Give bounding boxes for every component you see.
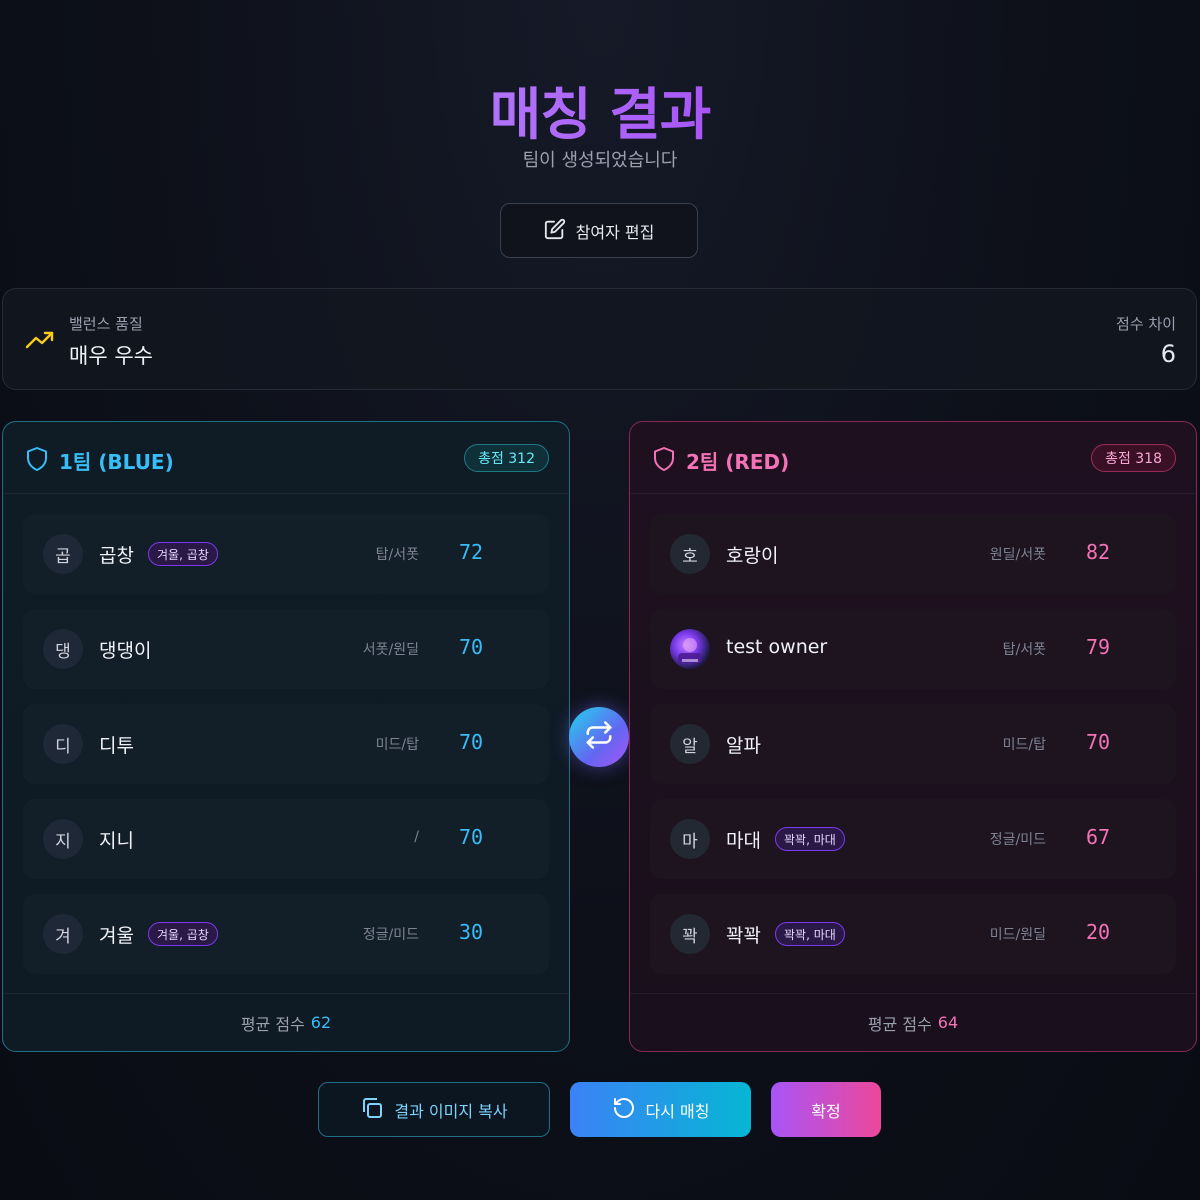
team-total-badge: 총점 318 <box>1091 444 1176 472</box>
player-position: 서폿/원딜 <box>362 642 419 658</box>
average-value: 64 <box>937 1013 959 1032</box>
group-tag: 꽉꽉, 마대 <box>775 827 845 851</box>
player-score: 70 <box>459 730 484 754</box>
player-name: 댕댕이 <box>99 640 152 662</box>
avatar: 곱 <box>43 534 83 574</box>
group-tag: 겨울, 곱창 <box>148 922 218 946</box>
score-diff-value: 6 <box>1160 340 1176 368</box>
player-row[interactable]: 알 알파 미드/탑 70 <box>650 704 1176 784</box>
avatar: 겨 <box>43 914 83 954</box>
player-position: 미드/원딜 <box>989 927 1046 943</box>
avatar: 꽉 <box>670 914 710 954</box>
player-row[interactable]: test owner 탑/서폿 79 <box>650 609 1176 689</box>
player-position: 정글/미드 <box>989 832 1046 848</box>
average-label: 평균 점수 <box>240 1014 305 1034</box>
team-name: 2팀 (RED) <box>686 450 790 474</box>
avatar: 마 <box>670 819 710 859</box>
player-position: / <box>414 829 419 845</box>
avatar: 디 <box>43 724 83 764</box>
player-name: 지니 <box>99 830 134 852</box>
balance-quality-value: 매우 우수 <box>69 344 153 368</box>
player-score: 30 <box>459 920 484 944</box>
player-name: 겨울 <box>99 925 134 947</box>
player-name: 곱창 <box>99 545 134 567</box>
player-score: 82 <box>1086 540 1111 564</box>
player-row[interactable]: 마 마대 꽉꽉, 마대 정글/미드 67 <box>650 799 1176 879</box>
player-score: 79 <box>1086 635 1111 659</box>
player-position: 탑/서폿 <box>375 547 419 563</box>
avatar: 알 <box>670 724 710 764</box>
player-score: 70 <box>459 825 484 849</box>
group-tag: 겨울, 곱창 <box>148 542 218 566</box>
player-score: 70 <box>1086 730 1111 754</box>
player-name: test owner <box>726 636 828 658</box>
trending-up-icon <box>25 329 55 355</box>
avatar-photo <box>670 629 710 669</box>
shield-icon <box>652 446 676 476</box>
player-name: 디투 <box>99 735 134 757</box>
player-score: 72 <box>459 540 484 564</box>
player-score: 67 <box>1086 825 1111 849</box>
copy-label: 결과 이미지 복사 <box>394 1101 508 1121</box>
player-name: 꽉꽉 <box>726 925 761 947</box>
player-row[interactable]: 댕 댕댕이 서폿/원딜 70 <box>23 609 549 689</box>
player-score: 20 <box>1086 920 1111 944</box>
rematch-label: 다시 매칭 <box>645 1101 710 1121</box>
player-list: 호 호랑이 원딜/서폿 82 test owner 탑/서폿 79 알 알파 미… <box>650 514 1176 989</box>
player-position: 정글/미드 <box>362 927 419 943</box>
rotate-ccw-icon <box>612 1096 636 1124</box>
edit-participants-label: 참여자 편집 <box>575 222 655 242</box>
player-row[interactable]: 겨 겨울 겨울, 곱창 정글/미드 30 <box>23 894 549 974</box>
team-header: 2팀 (RED) 총점 318 <box>630 422 1196 494</box>
page-title: 매칭 결과 <box>0 70 1200 151</box>
swap-teams-button[interactable] <box>569 707 629 767</box>
edit-participants-button[interactable]: 참여자 편집 <box>500 203 698 258</box>
player-row[interactable]: 지 지니 / 70 <box>23 799 549 879</box>
team-name: 1팀 (BLUE) <box>59 450 174 474</box>
balance-quality-label: 밸런스 품질 <box>69 315 143 333</box>
team-average: 평균 점수 64 <box>630 993 1196 1051</box>
avatar: 댕 <box>43 629 83 669</box>
team-blue-card: 1팀 (BLUE) 총점 312 곱 곱창 겨울, 곱창 탑/서폿 72 댕 댕… <box>2 421 570 1052</box>
player-name: 호랑이 <box>726 545 779 567</box>
player-list: 곱 곱창 겨울, 곱창 탑/서폿 72 댕 댕댕이 서폿/원딜 70 디 디투 … <box>23 514 549 989</box>
copy-icon <box>360 1096 384 1124</box>
player-row[interactable]: 곱 곱창 겨울, 곱창 탑/서폿 72 <box>23 514 549 594</box>
team-total-badge: 총점 312 <box>464 444 549 472</box>
player-position: 원딜/서폿 <box>989 547 1046 563</box>
player-row[interactable]: 디 디투 미드/탑 70 <box>23 704 549 784</box>
player-position: 탑/서폿 <box>1002 642 1046 658</box>
average-value: 62 <box>310 1013 332 1032</box>
player-position: 미드/탑 <box>375 737 419 753</box>
score-diff-label: 점수 차이 <box>1116 315 1176 333</box>
balance-panel: 밸런스 품질 매우 우수 점수 차이 6 <box>2 288 1197 390</box>
rematch-button[interactable]: 다시 매칭 <box>570 1082 751 1137</box>
average-label: 평균 점수 <box>867 1014 932 1034</box>
group-tag: 꽉꽉, 마대 <box>775 922 845 946</box>
confirm-label: 확정 <box>811 1101 841 1121</box>
copy-result-image-button[interactable]: 결과 이미지 복사 <box>318 1082 550 1137</box>
player-row[interactable]: 꽉 꽉꽉 꽉꽉, 마대 미드/원딜 20 <box>650 894 1176 974</box>
page-subtitle: 팀이 생성되었습니다 <box>522 150 678 171</box>
team-average: 평균 점수 62 <box>3 993 569 1051</box>
avatar: 지 <box>43 819 83 859</box>
confirm-button[interactable]: 확정 <box>771 1082 881 1137</box>
team-red-card: 2팀 (RED) 총점 318 호 호랑이 원딜/서폿 82 test owne… <box>629 421 1197 1052</box>
avatar: 호 <box>670 534 710 574</box>
player-position: 미드/탑 <box>1002 737 1046 753</box>
shield-icon <box>25 446 49 476</box>
swap-icon <box>584 720 614 754</box>
player-name: 알파 <box>726 735 761 757</box>
player-score: 70 <box>459 635 484 659</box>
team-header: 1팀 (BLUE) 총점 312 <box>3 422 569 494</box>
player-name: 마대 <box>726 830 761 852</box>
edit-icon <box>544 218 566 244</box>
player-row[interactable]: 호 호랑이 원딜/서폿 82 <box>650 514 1176 594</box>
